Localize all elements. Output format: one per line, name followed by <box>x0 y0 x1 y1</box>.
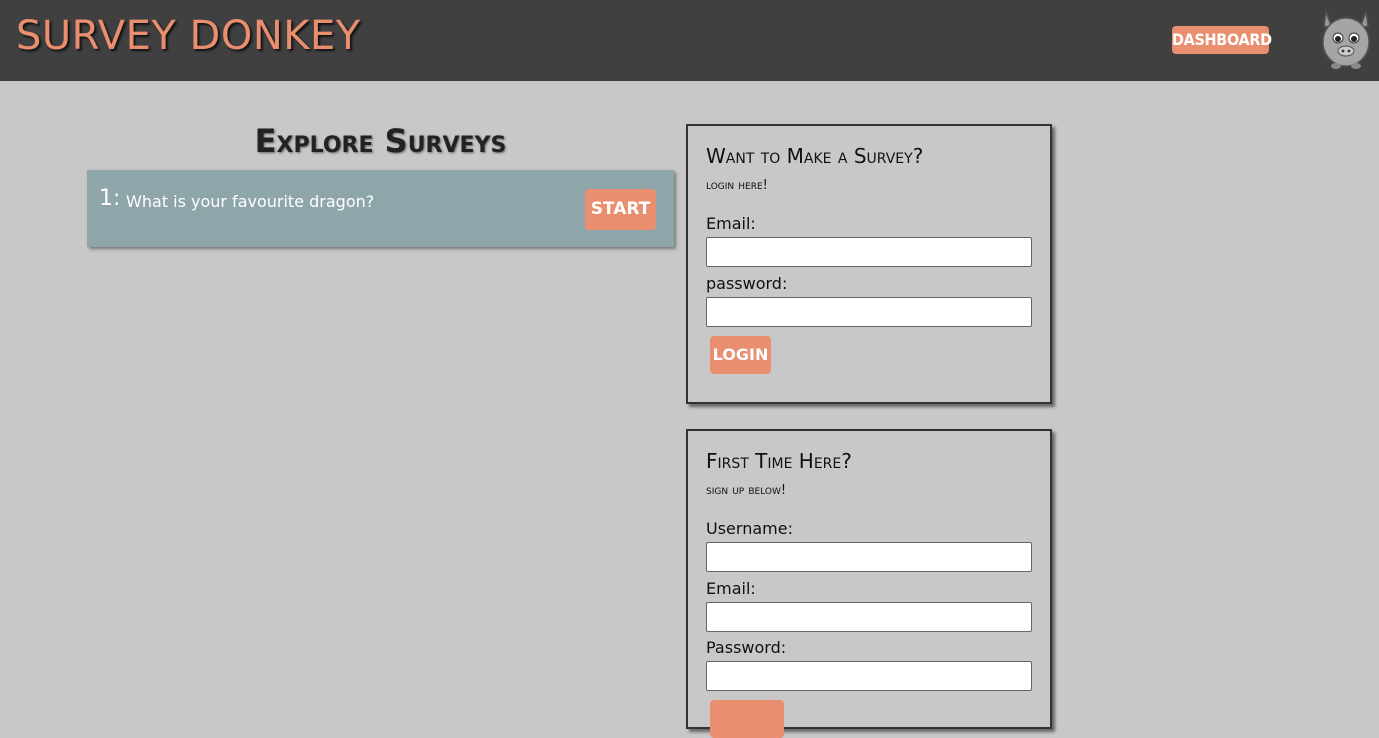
signup-email-input[interactable] <box>706 602 1032 632</box>
signup-panel-subtitle: sign up below! <box>706 483 787 498</box>
donkey-face-icon[interactable] <box>1318 8 1374 70</box>
signup-username-label: Username: <box>706 519 793 538</box>
login-password-input[interactable] <box>706 297 1032 327</box>
signup-password-input[interactable] <box>706 661 1032 691</box>
signup-username-input[interactable] <box>706 542 1032 572</box>
signup-panel-title: First Time Here? <box>706 449 852 473</box>
login-email-label: Email: <box>706 214 756 233</box>
login-panel: Want to Make a Survey? login here! Email… <box>686 124 1052 404</box>
signup-password-label: Password: <box>706 638 787 657</box>
login-panel-subtitle: login here! <box>706 178 768 193</box>
login-panel-title: Want to Make a Survey? <box>706 144 924 168</box>
signup-button[interactable] <box>710 700 784 738</box>
survey-number: 1: <box>99 186 121 211</box>
start-survey-button[interactable]: START <box>585 189 656 230</box>
survey-list-item: 1: What is your favourite dragon? START <box>87 170 674 247</box>
signup-panel: First Time Here? sign up below! Username… <box>686 429 1052 738</box>
dashboard-button[interactable]: DASHBOARD <box>1172 26 1272 54</box>
survey-question: What is your favourite dragon? <box>126 192 375 211</box>
explore-surveys-heading: Explore Surveys <box>254 122 507 160</box>
login-button[interactable]: LOGIN <box>710 336 771 374</box>
signup-email-label: Email: <box>706 579 756 598</box>
brand-title[interactable]: SURVEY DONKEY <box>16 12 361 60</box>
login-password-label: password: <box>706 274 788 293</box>
top-header: SURVEY DONKEY DASHBOARD <box>0 0 1379 81</box>
login-email-input[interactable] <box>706 237 1032 267</box>
